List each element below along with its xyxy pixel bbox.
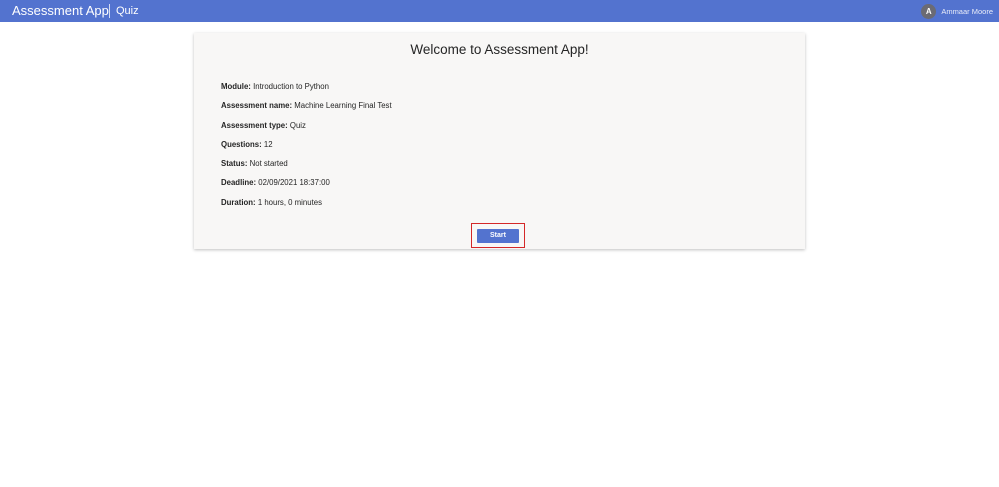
assessment-name-label: Assessment name: [221,101,293,111]
avatar[interactable]: A [921,3,937,19]
deadline-label: Deadline: [221,178,257,188]
questions-label: Questions: [221,139,262,149]
duration-label: Duration: [221,197,256,207]
status-value: Not started [249,159,288,169]
top-navigation-bar: Assessment App Quiz A Ammaar Moore [0,0,999,22]
start-button[interactable]: Start [477,228,519,243]
user-menu[interactable]: A Ammaar Moore [921,3,993,19]
module-value: Introduction to Python [253,82,329,91]
assessment-type-row: Assessment type: Quiz [221,121,392,140]
app-title[interactable]: Assessment App [12,3,109,19]
duration-value: 1 hours, 0 minutes [257,197,322,207]
assessment-card: Welcome to Assessment App! Module: Intro… [194,33,805,249]
module-row: Module: Introduction to Python [221,82,392,101]
deadline-value: 02/09/2021 18:37:00 [258,178,330,188]
section-title: Quiz [116,5,139,17]
assessment-details: Module: Introduction to Python Assessmen… [221,82,392,217]
page-title: Welcome to Assessment App! [410,42,589,57]
duration-row: Duration: 1 hours, 0 minutes [221,198,392,217]
start-button-highlight: Start [471,223,525,248]
title-divider [109,4,110,18]
assessment-type-value: Quiz [289,120,306,130]
assessment-name-value: Machine Learning Final Test [294,101,392,111]
status-label: Status: [221,159,248,169]
assessment-type-label: Assessment type: [221,120,288,130]
assessment-name-row: Assessment name: Machine Learning Final … [221,101,392,120]
deadline-row: Deadline: 02/09/2021 18:37:00 [221,178,392,197]
questions-value: 12 [263,139,273,149]
questions-row: Questions: 12 [221,140,392,159]
status-row: Status: Not started [221,159,392,178]
user-name: Ammaar Moore [941,6,993,16]
module-label: Module: [221,82,251,91]
